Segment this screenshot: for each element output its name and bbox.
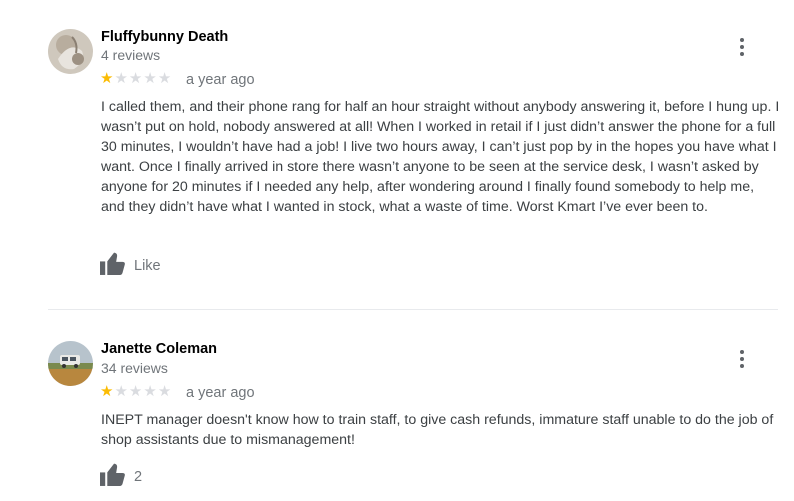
review-card: Janette Coleman 34 reviews ★ ★ ★ ★ ★ a y…: [0, 0, 794, 501]
star-empty-icon: ★: [143, 382, 157, 400]
reviewer-name[interactable]: Janette Coleman: [101, 341, 217, 357]
reviewer-review-count[interactable]: 34 reviews: [101, 360, 168, 376]
star-filled-icon: ★: [100, 382, 114, 400]
star-empty-icon: ★: [114, 382, 128, 400]
review-text: INEPT manager doesn't know how to train …: [101, 412, 774, 448]
more-options-icon[interactable]: [728, 345, 756, 373]
star-empty-icon: ★: [157, 382, 172, 400]
star-empty-icon: ★: [128, 382, 143, 400]
review-date: a year ago: [186, 385, 255, 401]
star-rating: ★ ★ ★ ★ ★: [100, 384, 171, 399]
thumbs-up-icon: [100, 463, 125, 491]
like-count: 2: [134, 469, 143, 485]
reviewer-avatar[interactable]: [48, 341, 93, 386]
like-button[interactable]: 2: [100, 463, 142, 491]
